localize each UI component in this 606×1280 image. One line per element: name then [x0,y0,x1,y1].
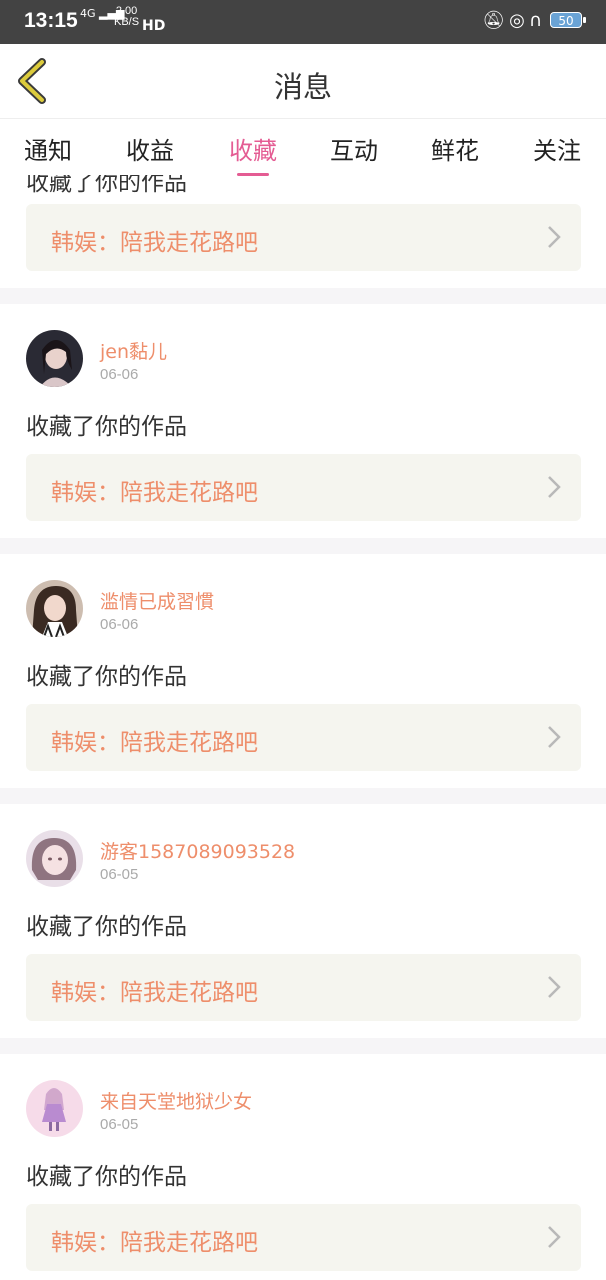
tab-earnings[interactable]: 收益 [126,131,174,166]
action-text: 收藏了你的作品 [26,414,187,440]
tab-bar: 通知 收益 收藏 互动 鲜花 关注 [0,119,606,176]
date: 06-06 [100,366,139,383]
status-bar: 13:15 4G ▂▄▆ 2.00 KB/S HD 🔕︎◎∩ 50 [0,0,606,44]
battery-icon: 50 [550,12,586,28]
chevron-right-icon [548,1226,561,1248]
date: 06-05 [100,1116,139,1133]
tab-interactions[interactable]: 互动 [330,131,378,166]
action-text: 收藏了你的作品 [26,914,187,940]
app-header: 消息 [0,44,606,119]
network-speed: 2.00 KB/S [114,5,140,28]
work-link[interactable]: 韩娱：陪我走花路吧 [26,954,581,1021]
divider [0,288,606,304]
date: 06-05 [100,866,139,883]
tab-favorites-label: 收藏 [229,137,277,165]
chevron-right-icon [548,726,561,748]
work-title: 韩娱：陪我走花路吧 [51,1230,258,1256]
chevron-right-icon [548,226,561,248]
lock-icon: ◎ [509,10,529,31]
chevron-right-icon [548,476,561,498]
avatar[interactable] [26,830,83,887]
work-title: 韩娱：陪我走花路吧 [51,230,258,256]
message-list[interactable]: 收藏了你的作品 韩娱：陪我走花路吧 jen黏儿 06-06 收藏了你的作品 韩娱… [0,175,606,1280]
user-name[interactable]: jen黏儿 [100,337,167,364]
divider [0,1038,606,1054]
work-link[interactable]: 韩娱：陪我走花路吧 [26,704,581,771]
user-name[interactable]: 游客1587089093528 [100,837,295,864]
hd-icon: HD [142,18,166,34]
work-link[interactable]: 韩娱：陪我走花路吧 [26,204,581,271]
user-name[interactable]: 滥情已成習慣 [100,587,214,614]
work-title: 韩娱：陪我走花路吧 [51,730,258,756]
status-icons: 🔕︎◎∩ [482,10,546,31]
user-name[interactable]: 来自天堂地狱少女 [100,1087,252,1114]
tab-notifications[interactable]: 通知 [24,131,72,166]
divider [0,538,606,554]
work-link[interactable]: 韩娱：陪我走花路吧 [26,454,581,521]
divider [0,788,606,804]
chevron-right-icon [548,976,561,998]
work-link[interactable]: 韩娱：陪我走花路吧 [26,1204,581,1271]
tab-follows[interactable]: 关注 [533,131,581,166]
avatar[interactable] [26,1080,83,1137]
date: 06-06 [100,616,139,633]
page-title: 消息 [273,70,332,104]
status-time: 13:15 [24,9,78,32]
tab-favorites[interactable]: 收藏 [229,131,277,176]
avatar[interactable] [26,580,83,637]
action-text: 收藏了你的作品 [26,1164,187,1190]
avatar[interactable] [26,330,83,387]
work-title: 韩娱：陪我走花路吧 [51,480,258,506]
headset-icon: ∩ [528,10,546,31]
tab-flowers[interactable]: 鲜花 [431,131,479,166]
action-text: 收藏了你的作品 [26,664,187,690]
action-text: 收藏了你的作品 [26,175,187,196]
mute-icon: 🔕︎ [482,10,510,31]
work-title: 韩娱：陪我走花路吧 [51,980,258,1006]
